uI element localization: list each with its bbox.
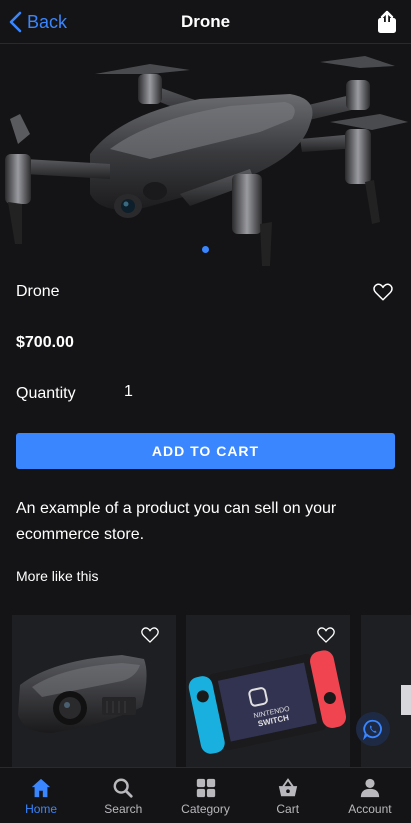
related-product-card[interactable]: NINTENDO SWITCH xyxy=(186,615,350,767)
product-image-carousel[interactable] xyxy=(0,44,411,270)
add-to-cart-button[interactable]: ADD TO CART xyxy=(16,433,395,469)
heart-icon[interactable] xyxy=(140,625,160,645)
carousel-dot-active[interactable] xyxy=(202,246,209,253)
heart-icon[interactable] xyxy=(316,625,336,645)
quantity-label: Quantity xyxy=(16,385,76,402)
basket-icon xyxy=(278,778,297,797)
chat-button[interactable] xyxy=(356,712,390,746)
page-title: Drone xyxy=(180,12,231,31)
product-description: An example of a product you can sell on … xyxy=(16,500,337,543)
tab-label: Cart xyxy=(276,802,300,816)
tab-home[interactable]: Home xyxy=(0,768,82,823)
tab-label: Account xyxy=(348,802,392,816)
related-product-card[interactable] xyxy=(12,615,176,767)
tab-cart[interactable]: Cart xyxy=(247,768,329,823)
tab-label: Search xyxy=(104,802,143,816)
search-icon xyxy=(113,778,133,798)
tab-search[interactable]: Search xyxy=(82,768,164,823)
person-icon xyxy=(360,778,380,798)
section-title-more-like-this: More like this xyxy=(16,568,99,584)
grid-icon xyxy=(196,778,215,798)
home-icon xyxy=(31,778,51,798)
heart-icon[interactable] xyxy=(372,281,394,303)
tab-account[interactable]: Account xyxy=(329,768,411,823)
drone-image xyxy=(5,56,408,266)
product-price: $700.00 xyxy=(16,334,74,351)
bottom-tab-bar: Home Search Category Cart Account xyxy=(0,767,411,823)
whatsapp-icon xyxy=(363,719,382,740)
carousel-indicator xyxy=(0,246,411,253)
share-icon[interactable] xyxy=(376,10,398,34)
tab-category[interactable]: Category xyxy=(164,768,246,823)
quantity-field[interactable]: 1 xyxy=(124,383,184,401)
tab-label: Home xyxy=(25,802,58,816)
related-products-carousel[interactable]: NINTENDO SWITCH xyxy=(12,615,411,767)
tab-label: Category xyxy=(181,802,230,816)
product-name: Drone xyxy=(16,283,60,300)
top-nav-bar: Back Drone xyxy=(0,0,411,44)
